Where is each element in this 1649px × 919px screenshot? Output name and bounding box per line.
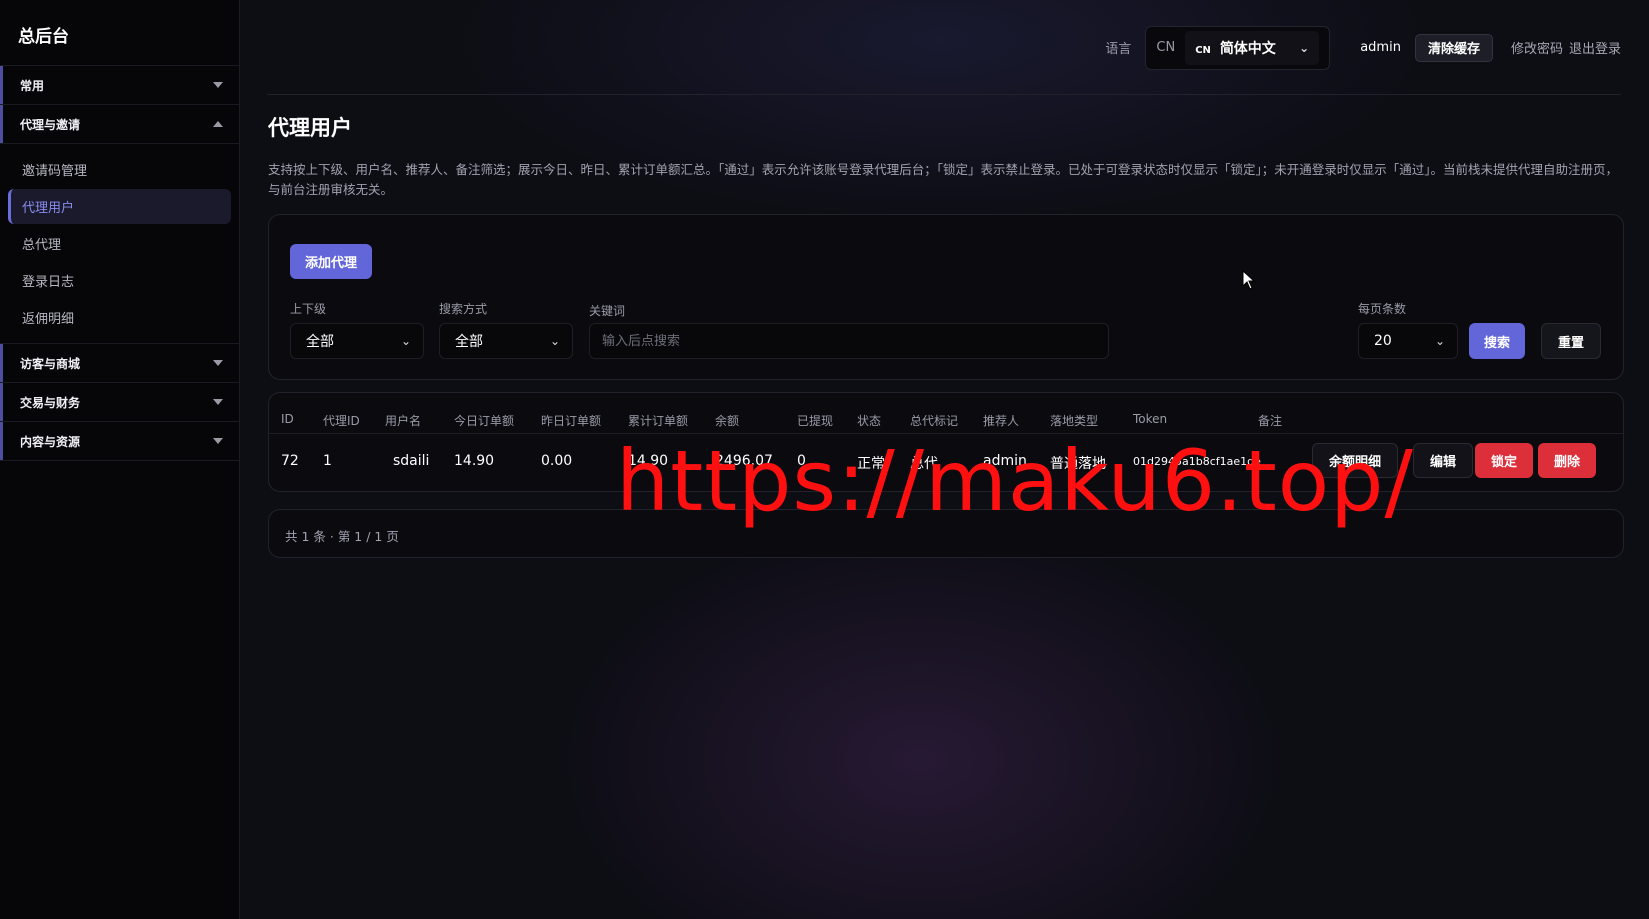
add-agent-button[interactable]: 添加代理 (290, 244, 373, 279)
cell-agent-id: 1 (323, 453, 332, 469)
lock-button[interactable]: 锁定 (1475, 443, 1534, 478)
mouse-cursor-icon (1242, 270, 1256, 290)
column-header: 总代标记 (910, 414, 959, 428)
cell-status: 正常 (857, 456, 885, 472)
sidebar-group-agent[interactable]: 代理与邀请 (0, 105, 239, 144)
chevron-down-icon: ⌄ (1299, 40, 1310, 55)
delete-button[interactable]: 删除 (1538, 443, 1597, 478)
column-header: 备注 (1258, 414, 1283, 428)
language-select-value-wrap: CN 简体中文 (1195, 38, 1276, 58)
column-header: 已提现 (797, 414, 834, 428)
column-header: 推荐人 (983, 414, 1020, 428)
sidebar-group-label: 常用 (20, 78, 45, 93)
cell-referrer: admin (983, 453, 1027, 469)
search-mode-label: 搜索方式 (439, 302, 488, 316)
level-label: 上下级 (290, 302, 327, 316)
page-title: 代理用户 (268, 116, 352, 140)
sidebar-group-content[interactable]: 内容与资源 (0, 422, 239, 461)
sidebar-item-login-logs[interactable]: 登录日志 (8, 263, 231, 298)
chevron-down-icon (213, 360, 223, 366)
sidebar-group-label: 代理与邀请 (20, 117, 81, 132)
cell-username: sdaili (393, 453, 430, 469)
table-header-divider (269, 433, 1623, 434)
cell-today: 14.90 (454, 453, 495, 469)
level-select-value: 全部 (306, 334, 334, 350)
language-select[interactable]: CN 简体中文 ⌄ (1185, 30, 1320, 65)
change-password-link[interactable]: 修改密码 (1511, 38, 1563, 57)
main-content: 语言 CN CN 简体中文 ⌄ admin 清除缓存 修改密码 退出登录 代理用… (241, 0, 1649, 919)
chevron-down-icon: ⌄ (400, 334, 411, 348)
brand-title: 总后台 (0, 0, 239, 66)
column-header: ID (281, 412, 294, 426)
sidebar-group-label: 访客与商城 (20, 356, 81, 371)
current-user: admin (1360, 40, 1401, 55)
logout-link[interactable]: 退出登录 (1569, 38, 1621, 57)
cell-withdrawn: 0 (797, 453, 806, 469)
sidebar-item-agent-users[interactable]: 代理用户 (8, 189, 231, 224)
search-button[interactable]: 搜索 (1469, 323, 1526, 359)
sidebar-subitems-agent: 邀请码管理 代理用户 总代理 登录日志 返佣明细 (0, 144, 239, 344)
clear-cache-button[interactable]: 清除缓存 (1414, 33, 1493, 62)
chevron-down-icon: ⌄ (549, 334, 560, 348)
cell-top-flag: 总代 (910, 456, 938, 472)
app-root: 总后台 常用 代理与邀请 邀请码管理 代理用户 总代理 登录日志 返佣明细 访客… (0, 0, 1649, 919)
sidebar: 总后台 常用 代理与邀请 邀请码管理 代理用户 总代理 登录日志 返佣明细 访客… (0, 0, 240, 919)
balance-detail-button[interactable]: 余额明细 (1312, 443, 1399, 478)
sidebar-group-label: 内容与资源 (20, 434, 81, 449)
pagination: 共 1 条 · 第 1 / 1 页 (268, 509, 1624, 558)
cell-yesterday: 0.00 (541, 453, 573, 469)
column-header: 余额 (715, 414, 740, 428)
keyword-input[interactable] (589, 323, 1109, 359)
agents-table: ID 代理ID 用户名 今日订单额 昨日订单额 累计订单额 余额 已提现 状态 … (268, 392, 1624, 492)
sidebar-group-visitor[interactable]: 访客与商城 (0, 344, 239, 383)
language-prefix: CN (1156, 40, 1176, 55)
chevron-down-icon (213, 399, 223, 405)
column-header: 状态 (857, 414, 882, 428)
filter-card: 添加代理 上下级 全部 ⌄ 搜索方式 全部 ⌄ 关键词 每页条数 20 ⌄ 搜索… (268, 214, 1624, 380)
search-mode-value: 全部 (455, 334, 483, 350)
page-size-select[interactable]: 20 ⌄ (1358, 323, 1458, 359)
column-header: 累计订单额 (628, 414, 689, 428)
cell-id: 72 (281, 453, 299, 469)
column-header: 今日订单额 (454, 414, 515, 428)
cell-balance: 2496.07 (715, 453, 773, 469)
pagination-summary: 共 1 条 · 第 1 / 1 页 (285, 529, 399, 544)
language-flag: CN (1195, 44, 1211, 56)
reset-button[interactable]: 重置 (1541, 323, 1602, 359)
sidebar-group-label: 交易与财务 (20, 395, 81, 410)
cell-token: 01d2945a1b8cf1ae1de (1133, 455, 1261, 468)
sidebar-item-commission[interactable]: 返佣明细 (8, 300, 231, 335)
page-size-value: 20 (1374, 333, 1392, 349)
column-header: 用户名 (385, 414, 422, 428)
chevron-down-icon: ⌄ (1434, 334, 1445, 348)
column-header: Token (1133, 412, 1168, 426)
sidebar-group-common[interactable]: 常用 (0, 66, 239, 105)
language-box: CN CN 简体中文 ⌄ (1145, 25, 1331, 70)
sidebar-item-invite-codes[interactable]: 邀请码管理 (8, 152, 231, 187)
search-mode-select[interactable]: 全部 ⌄ (439, 323, 573, 359)
sidebar-group-trade[interactable]: 交易与财务 (0, 383, 239, 422)
keyword-label: 关键词 (589, 304, 626, 318)
edit-button[interactable]: 编辑 (1413, 443, 1474, 478)
column-header: 落地类型 (1050, 414, 1099, 428)
page-size-label: 每页条数 (1358, 302, 1407, 316)
topbar: 语言 CN CN 简体中文 ⌄ admin 清除缓存 修改密码 退出登录 (241, 0, 1649, 95)
page-description: 支持按上下级、用户名、推荐人、备注筛选；展示今日、昨日、累计订单额汇总。「通过」… (268, 162, 1619, 197)
language-select-value: 简体中文 (1219, 40, 1276, 57)
sidebar-item-top-agents[interactable]: 总代理 (8, 226, 231, 261)
cell-landing: 普通落地 (1050, 456, 1106, 472)
chevron-up-icon (213, 121, 223, 127)
cell-total: 14.90 (628, 453, 669, 469)
chevron-down-icon (213, 82, 223, 88)
column-header: 昨日订单额 (541, 414, 602, 428)
language-label: 语言 (1105, 42, 1132, 57)
level-select[interactable]: 全部 ⌄ (290, 323, 424, 359)
chevron-down-icon (213, 438, 223, 444)
column-header: 代理ID (323, 414, 360, 428)
